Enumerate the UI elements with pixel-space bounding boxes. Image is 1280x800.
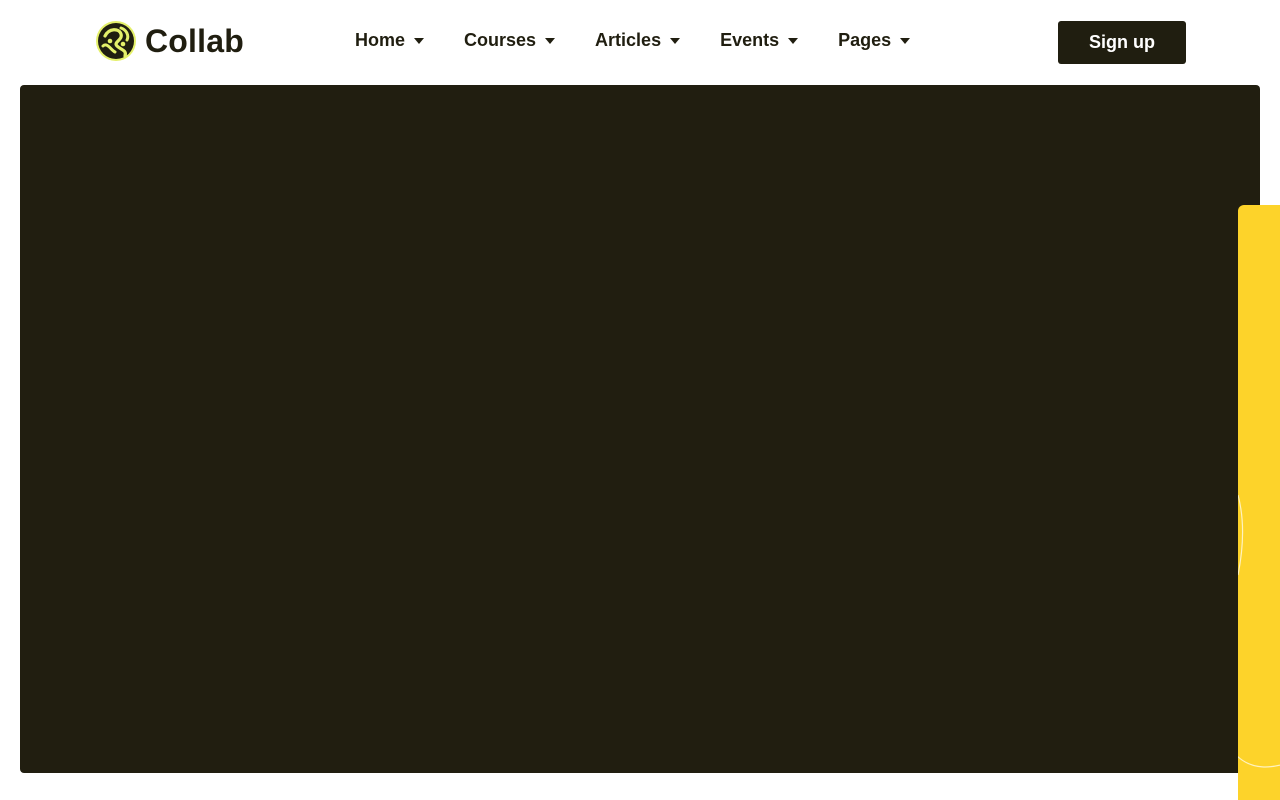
brand-name: Collab [145,22,244,59]
nav-item-courses[interactable]: Courses [464,30,556,51]
nav-item-events[interactable]: Events [720,30,799,51]
nav-item-pages[interactable]: Pages [838,30,911,51]
nav-item-articles[interactable]: Articles [595,30,681,51]
nav-item-home[interactable]: Home [355,30,425,51]
chevron-down-icon [545,37,556,44]
signup-button[interactable]: Sign up [1058,21,1186,64]
nav-item-label: Articles [595,30,662,50]
chevron-down-icon [900,37,911,44]
nav-item-label: Events [720,30,780,50]
nav-item-label: Courses [464,30,537,50]
side-yellow-card [1238,205,1280,800]
page: Collab Home Courses Articles Events Page… [0,0,1280,800]
brand-logo-link[interactable]: Collab [95,20,244,62]
nav-item-label: Home [355,30,406,50]
chevron-down-icon [788,37,799,44]
main-nav: Home Courses Articles Events Pages [355,30,911,51]
decorative-curve [1238,494,1280,768]
site-header: Collab Home Courses Articles Events Page… [0,0,1280,85]
nav-item-label: Pages [838,30,892,50]
brand-logo-icon [96,21,136,61]
hero-banner [20,85,1260,773]
chevron-down-icon [670,37,681,44]
chevron-down-icon [414,37,425,44]
